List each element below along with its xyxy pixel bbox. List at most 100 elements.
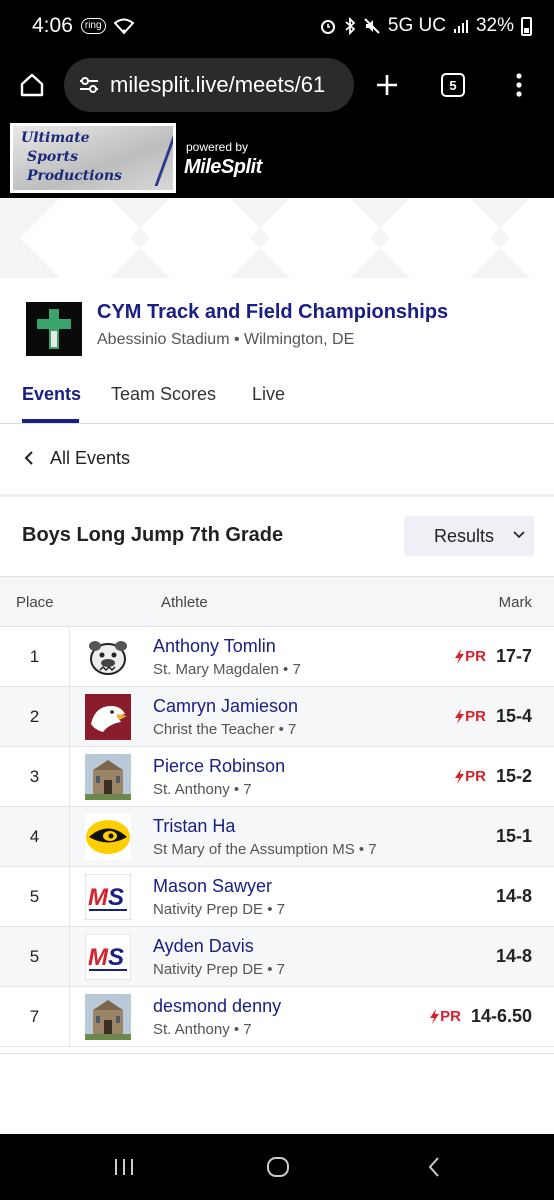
meet-title[interactable]: CYM Track and Field Championships: [97, 301, 448, 324]
athlete-name-link[interactable]: Anthony Tomlin: [153, 636, 276, 657]
meet-location: Abessinio Stadium • Wilmington, DE: [97, 331, 355, 348]
athlete-name-link[interactable]: Tristan Ha: [153, 816, 235, 837]
hawkeye-logo: [84, 813, 132, 861]
pr-label: PR: [465, 708, 486, 725]
cym-cross-logo-icon: [37, 309, 71, 349]
eagle-logo: [84, 693, 132, 741]
church-logo: [84, 753, 132, 801]
mute-icon: [364, 18, 380, 34]
ms-logo: MS: [84, 873, 132, 921]
table-row[interactable]: 4 Tristan Ha St Mary of the Assumption MS …: [0, 807, 554, 867]
plus-icon: [377, 75, 397, 95]
pr-badge: PR: [454, 648, 486, 665]
section-divider: [0, 494, 554, 497]
header-pattern: [0, 198, 554, 278]
svg-text:M: M: [88, 944, 109, 971]
pr-label: PR: [465, 648, 486, 665]
usp-logo-line-2: Sports: [27, 149, 78, 165]
row-place: 2: [0, 687, 70, 747]
view-select-value: Results: [434, 525, 495, 546]
athlete-team-grade: St. Mary Magdalen • 7: [153, 661, 301, 678]
table-row[interactable]: 5 M S Mason Sawyer Nativity Prep DE • 7 14-8: [0, 867, 554, 927]
results-table-header: Place Athlete Mark: [0, 576, 554, 627]
athlete-name-link[interactable]: Ayden Davis: [153, 936, 254, 957]
status-bar: 4:06 ring 5G UC 32%: [0, 0, 554, 52]
lightning-bolt-icon: [455, 709, 465, 724]
powered-by-label: powered by: [186, 140, 249, 154]
result-mark: 15-4: [495, 706, 532, 726]
chevron-pattern-graphic: [0, 198, 530, 278]
svg-text:M: M: [88, 884, 109, 911]
home-nav-button[interactable]: [238, 1134, 318, 1200]
usp-logo-line-1: Ultimate: [21, 130, 90, 146]
usp-logo[interactable]: Ultimate Sports Productions: [10, 123, 176, 193]
pr-label: PR: [465, 768, 486, 785]
row-place: 7: [0, 987, 70, 1047]
athlete-name-link[interactable]: Pierce Robinson: [153, 756, 285, 777]
tab-switcher-button[interactable]: 5: [420, 52, 486, 118]
svg-text:S: S: [108, 884, 124, 911]
system-nav-bar: [0, 1134, 554, 1200]
chevron-left-icon: [24, 451, 33, 465]
back-button[interactable]: [394, 1134, 474, 1200]
athlete-team-grade: St Mary of the Assumption MS • 7: [153, 841, 377, 858]
header-place: Place: [16, 594, 54, 611]
all-events-link[interactable]: All Events: [22, 438, 130, 478]
tab-live[interactable]: Live: [252, 384, 285, 405]
tab-team-scores[interactable]: Team Scores: [111, 384, 216, 405]
recent-apps-button[interactable]: [84, 1134, 164, 1200]
result-mark: 14-6.50: [470, 1006, 532, 1026]
lightning-bolt-icon: [455, 649, 465, 664]
result-mark: 17-7: [495, 646, 532, 666]
meet-host-banner: Ultimate Sports Productions powered by M…: [0, 118, 554, 198]
recent-apps-icon: [115, 1159, 133, 1175]
alarm-icon: [320, 20, 335, 34]
address-bar[interactable]: milesplit.live/meets/61: [64, 58, 354, 112]
site-settings-icon[interactable]: [78, 76, 100, 94]
svg-text:S: S: [108, 944, 124, 971]
table-row[interactable]: 5 M S Ayden Davis Nativity Prep DE • 7 14-8: [0, 927, 554, 987]
all-events-label: All Events: [50, 447, 131, 468]
result-mark: 15-1: [495, 826, 532, 846]
usp-logo-line-3: Productions: [27, 168, 122, 184]
row-place: 4: [0, 807, 70, 867]
table-row[interactable]: 2 Camryn Jamieson Christ the Teacher • 7 15…: [0, 687, 554, 747]
header-athlete: Athlete: [161, 594, 208, 611]
pr-label: PR: [440, 1008, 461, 1025]
athlete-team-grade: Christ the Teacher • 7: [153, 721, 297, 738]
new-tab-button[interactable]: [354, 52, 420, 118]
pr-badge: PR: [454, 768, 486, 785]
view-select[interactable]: Results: [404, 516, 534, 556]
table-row[interactable]: 7 desmond denny St. Anthony • 7 14-6.50 PR: [0, 987, 554, 1047]
header-mark: Mark: [498, 594, 532, 611]
table-row[interactable]: 3 Pierce Robinson St. Anthony • 7 15-2 PR: [0, 747, 554, 807]
tab-events[interactable]: Events: [22, 384, 81, 405]
home-icon: [20, 73, 44, 97]
home-pill-icon: [267, 1157, 289, 1177]
row-place: 1: [0, 627, 70, 687]
bulldog-logo: [84, 633, 132, 681]
tab-count: 5: [441, 73, 465, 97]
milesplit-logo[interactable]: MileSplit: [184, 156, 262, 179]
lightning-bolt-icon: [430, 1009, 440, 1024]
ring-app-icon: ring: [80, 18, 106, 34]
athlete-name-link[interactable]: desmond denny: [153, 996, 281, 1017]
athlete-team-grade: St. Anthony • 7: [153, 781, 252, 798]
wifi-icon: [113, 18, 134, 34]
signal-icon: [453, 20, 468, 33]
event-title: Boys Long Jump 7th Grade: [22, 524, 284, 546]
browser-toolbar: milesplit.live/meets/61 5: [0, 52, 554, 118]
home-button[interactable]: [0, 52, 64, 118]
more-vert-icon: [516, 73, 522, 97]
pr-badge: PR: [429, 1008, 461, 1025]
athlete-team-grade: St. Anthony • 7: [153, 1021, 252, 1038]
result-mark: 14-8: [495, 946, 532, 966]
network-type: 5G UC: [387, 15, 446, 36]
athlete-name-link[interactable]: Camryn Jamieson: [153, 696, 298, 717]
url-text: milesplit.live/meets/61: [110, 72, 326, 97]
active-tab-indicator: [22, 419, 79, 423]
browser-menu-button[interactable]: [486, 52, 552, 118]
table-row[interactable]: 1 Anthony Tomlin St. Mary Magdalen • 7 17-7…: [0, 627, 554, 687]
athlete-name-link[interactable]: Mason Sawyer: [153, 876, 272, 897]
ms-logo: MS: [84, 933, 132, 981]
